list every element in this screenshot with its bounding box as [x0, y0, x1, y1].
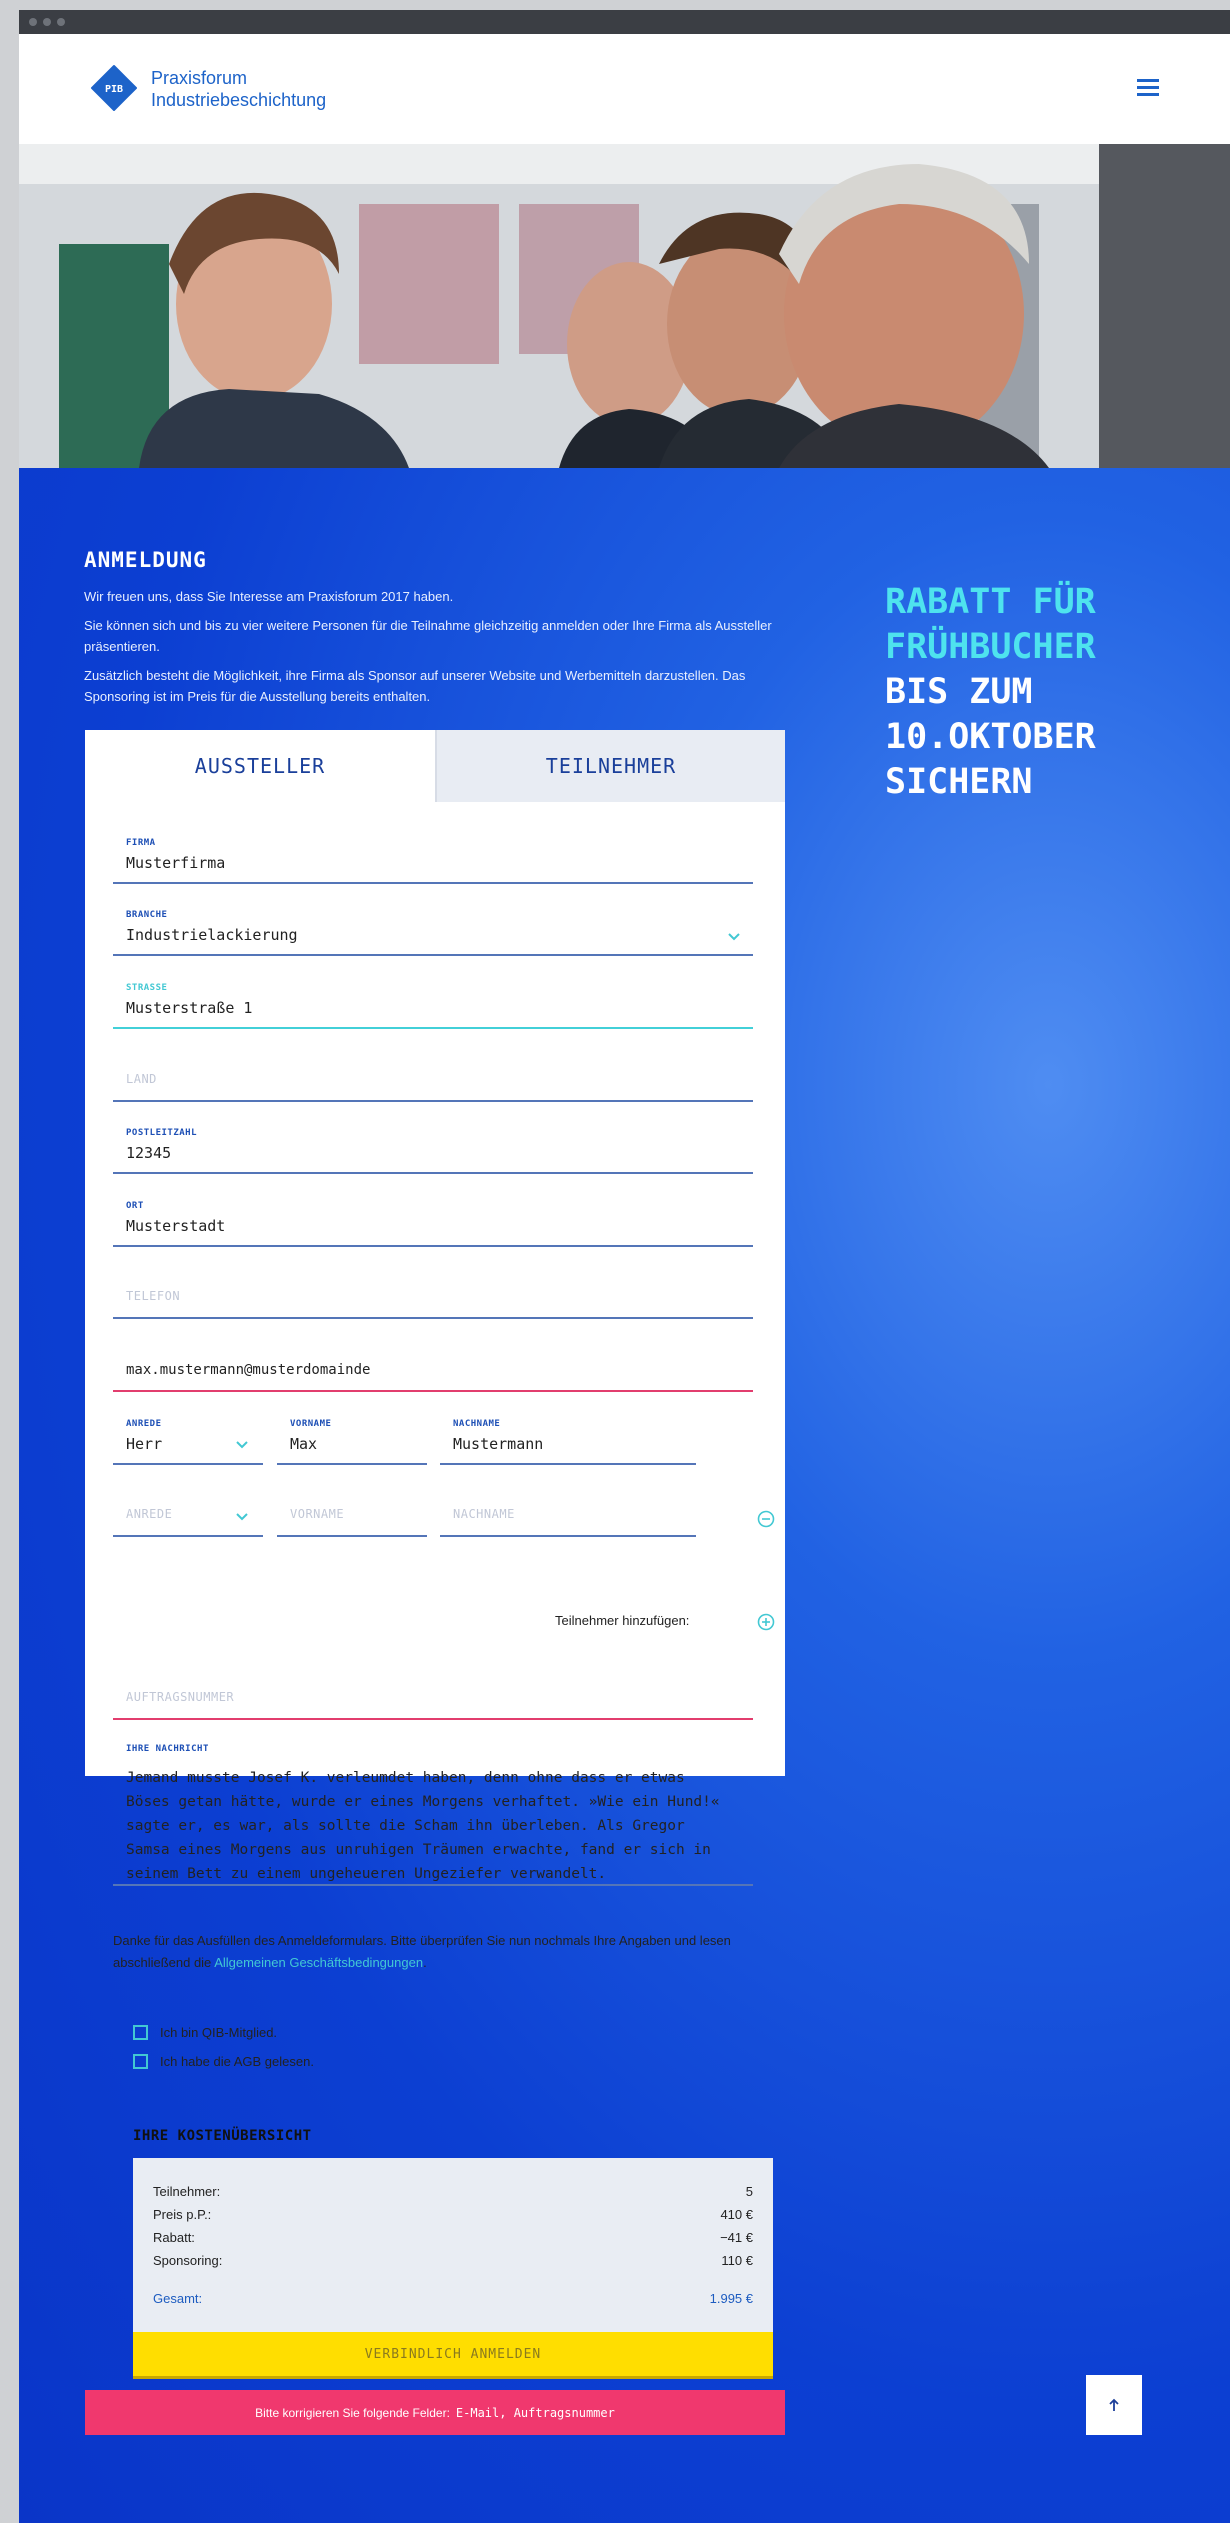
auftragsnummer-placeholder: AUFTRAGSNUMMER	[126, 1690, 235, 1704]
cost-total-row: Gesamt: 1.995 €	[153, 2291, 753, 2306]
cost-overview-title: IHRE KOSTENÜBERSICHT	[133, 2128, 312, 2144]
anrede-select-2[interactable]: ANREDE	[113, 1485, 263, 1537]
firma-field[interactable]: FIRMA Musterfirma	[113, 832, 753, 884]
land-field[interactable]: LAND	[113, 1050, 753, 1102]
checkbox-box[interactable]	[133, 2054, 148, 2069]
strasse-value: Musterstraße 1	[126, 999, 253, 1017]
intro-paragraph-2: Sie können sich und bis zu vier weitere …	[84, 618, 772, 654]
vorname-value-1: Max	[290, 1435, 318, 1453]
strasse-field[interactable]: STRASSE Musterstraße 1	[113, 977, 753, 1029]
add-participant-icon[interactable]	[757, 1613, 775, 1631]
nachricht-label: IHRE NACHRICHT	[126, 1744, 209, 1754]
agb-checkbox[interactable]: Ich habe die AGB gelesen.	[133, 2054, 314, 2069]
postleitzahl-value: 12345	[126, 1144, 172, 1162]
branche-label: BRANCHE	[126, 910, 168, 920]
logo-line-1: Praxisforum	[151, 68, 248, 88]
tab-aussteller[interactable]: AUSSTELLER	[85, 730, 435, 802]
cost-row: Rabatt: −41 €	[153, 2230, 753, 2245]
member-checkbox[interactable]: Ich bin QIB-Mitglied.	[133, 2025, 277, 2040]
error-text: Bitte korrigieren Sie folgende Felder:	[255, 2405, 450, 2420]
cost-row: Sponsoring: 110 €	[153, 2253, 753, 2268]
site-header: PIB Praxisforum Industriebeschichtung	[19, 34, 1230, 144]
arrow-up-icon	[1109, 2398, 1119, 2411]
branche-select[interactable]: BRANCHE Industrielackierung	[113, 904, 753, 956]
vorname-placeholder-2: VORNAME	[290, 1507, 345, 1521]
chevron-down-icon	[236, 1441, 248, 1449]
error-fields: E-Mail, Auftragsnummer	[455, 2405, 615, 2420]
promo-line-1: RABATT FÜR	[885, 582, 1096, 622]
promo-line-5: SICHERN	[885, 762, 1033, 802]
firma-value: Musterfirma	[126, 854, 226, 872]
intro-paragraph-1: Wir freuen uns, dass Sie Interesse am Pr…	[84, 589, 454, 604]
email-field[interactable]: max.mustermann@musterdomainde	[113, 1340, 753, 1392]
cost-row: Preis p.P.: 410 €	[153, 2207, 753, 2222]
window-controls	[29, 18, 65, 26]
page-title: ANMELDUNG	[84, 548, 207, 572]
chevron-down-icon	[236, 1513, 248, 1521]
thanks-text: Danke für das Ausfüllen des Anmeldeformu…	[113, 1930, 753, 1974]
browser-top-bar	[19, 10, 1230, 34]
error-message-bar: Bitte korrigieren Sie folgende Felder: E…	[85, 2390, 785, 2435]
intro-block: ANMELDUNG Wir freuen uns, dass Sie Inter…	[84, 548, 784, 715]
logo-icon[interactable]: PIB	[90, 64, 138, 112]
early-bird-promo: RABATT FÜR FRÜHBUCHER BIS ZUM 10.OKTOBER…	[885, 580, 1096, 805]
add-participant-label: Teilnehmer hinzufügen:	[555, 1613, 690, 1628]
nachname-label-1: NACHNAME	[453, 1419, 501, 1429]
promo-line-2: FRÜHBUCHER	[885, 627, 1096, 667]
ort-value: Musterstadt	[126, 1217, 226, 1235]
intro-paragraph-3: Zusätzlich besteht die Möglichkeit, ihre…	[84, 668, 746, 704]
submit-button[interactable]: VERBINDLICH ANMELDEN	[133, 2332, 773, 2379]
hero-photo	[19, 144, 1230, 468]
agb-link[interactable]: Allgemeinen Geschäftsbedingungen	[214, 1955, 423, 1970]
cost-row: Teilnehmer: 5	[153, 2184, 753, 2199]
member-checkbox-label: Ich bin QIB-Mitglied.	[160, 2025, 278, 2040]
nachricht-textarea[interactable]: IHRE NACHRICHT Jemand musste Josef K. ve…	[113, 1738, 753, 1886]
telefon-field[interactable]: TELEFON	[113, 1267, 753, 1319]
remove-participant-icon[interactable]	[757, 1510, 775, 1528]
tab-teilnehmer[interactable]: TEILNEHMER	[435, 730, 785, 802]
promo-line-3: BIS ZUM	[885, 672, 1033, 712]
firma-label: FIRMA	[126, 838, 156, 848]
anrede-placeholder-2: ANREDE	[126, 1507, 173, 1521]
checkbox-box[interactable]	[133, 2025, 148, 2040]
vorname-field-2[interactable]: VORNAME	[277, 1485, 427, 1537]
anrede-value-1: Herr	[126, 1435, 163, 1453]
postleitzahl-label: POSTLEITZAHL	[126, 1128, 198, 1138]
nachricht-value: Jemand musste Josef K. verleumdet haben,…	[126, 1770, 720, 1882]
registration-form-card: AUSSTELLER TEILNEHMER FIRMA Musterfirma …	[85, 730, 785, 1970]
nachname-field-1[interactable]: NACHNAME Mustermann	[440, 1413, 696, 1465]
ort-field[interactable]: ORT Musterstadt	[113, 1195, 753, 1247]
ort-label: ORT	[126, 1201, 144, 1211]
branche-value: Industrielackierung	[126, 926, 298, 944]
anrede-label-1: ANREDE	[126, 1419, 162, 1429]
hamburger-menu-icon[interactable]	[1137, 79, 1159, 97]
land-placeholder: LAND	[126, 1072, 157, 1086]
logo-short-text: PIB	[105, 84, 123, 95]
vorname-field-1[interactable]: VORNAME Max	[277, 1413, 427, 1465]
logo-text[interactable]: Praxisforum Industriebeschichtung	[151, 67, 326, 111]
logo-line-2: Industriebeschichtung	[151, 90, 327, 110]
nachname-value-1: Mustermann	[453, 1435, 544, 1453]
cost-overview-box: Teilnehmer: 5 Preis p.P.: 410 € Rabatt: −41…	[133, 2158, 773, 2338]
anrede-select-1[interactable]: ANREDE Herr	[113, 1413, 263, 1465]
telefon-placeholder: TELEFON	[126, 1289, 181, 1303]
email-value: max.mustermann@musterdomainde	[126, 1362, 371, 1378]
nachname-field-2[interactable]: NACHNAME	[440, 1485, 696, 1537]
strasse-label: STRASSE	[126, 983, 168, 993]
auftragsnummer-field[interactable]: AUFTRAGSNUMMER	[113, 1668, 753, 1720]
nachname-placeholder-2: NACHNAME	[453, 1507, 515, 1521]
chevron-down-icon	[728, 933, 740, 941]
postleitzahl-field[interactable]: POSTLEITZAHL 12345	[113, 1122, 753, 1174]
vorname-label-1: VORNAME	[290, 1419, 332, 1429]
back-to-top-button[interactable]	[1086, 2375, 1142, 2435]
promo-line-4: 10.OKTOBER	[885, 717, 1096, 757]
agb-checkbox-label: Ich habe die AGB gelesen.	[160, 2054, 314, 2069]
thanks-end: .	[423, 1955, 427, 1970]
